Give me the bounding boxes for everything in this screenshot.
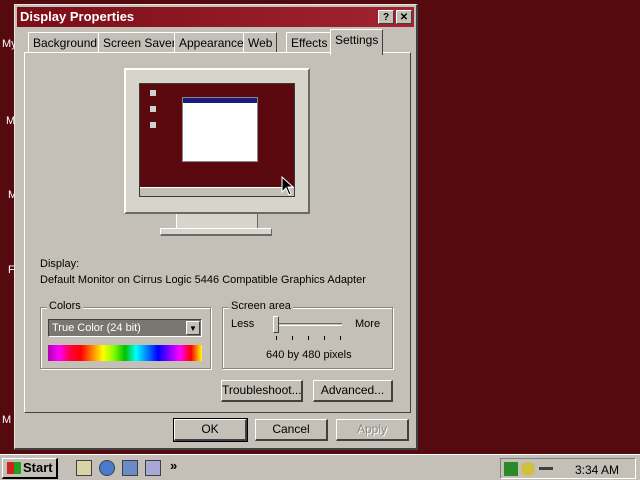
- clock[interactable]: 3:34 AM: [575, 463, 619, 477]
- start-label: Start: [23, 460, 53, 475]
- title-bar[interactable]: Display Properties ? ✕: [17, 7, 414, 27]
- mini-taskbar: [140, 187, 294, 196]
- mini-window-titlebar: [183, 98, 257, 103]
- volume-icon[interactable]: [521, 462, 535, 476]
- monitor-screen: [139, 83, 295, 197]
- slider-tick: [292, 336, 293, 340]
- display-value: Default Monitor on Cirrus Logic 5446 Com…: [40, 274, 366, 286]
- mini-desktop-icon: [150, 122, 156, 128]
- taskbar: Start » 3:34 AM: [0, 454, 640, 480]
- windows-logo-icon: [7, 462, 21, 474]
- colors-selected-value: True Color (24 bit): [52, 322, 141, 334]
- slider-tick: [340, 336, 341, 340]
- ok-button[interactable]: OK: [173, 418, 248, 442]
- chevron-down-icon[interactable]: ▼: [186, 321, 200, 335]
- power-icon[interactable]: [539, 467, 553, 470]
- slider-tick: [308, 336, 309, 340]
- screen-area-slider-thumb[interactable]: [273, 316, 279, 333]
- help-button[interactable]: ?: [378, 10, 394, 24]
- internet-explorer-icon[interactable]: [99, 460, 115, 476]
- quicklaunch-chevron[interactable]: »: [170, 458, 177, 473]
- screen-area-less: Less: [231, 318, 255, 330]
- tab-appearance[interactable]: Appearance: [174, 32, 249, 53]
- screen-area-legend: Screen area: [229, 300, 293, 312]
- display-label: Display:: [40, 258, 80, 270]
- network-icon[interactable]: [504, 462, 518, 476]
- screen-area-slider-track[interactable]: [276, 323, 342, 326]
- colors-legend: Colors: [47, 300, 83, 312]
- show-desktop-icon[interactable]: [76, 460, 92, 476]
- window-title: Display Properties: [20, 9, 135, 24]
- tab-screen-saver[interactable]: Screen Saver: [98, 32, 181, 53]
- color-spectrum: [48, 345, 202, 361]
- monitor-neck: [176, 214, 258, 228]
- tab-web[interactable]: Web: [243, 32, 278, 53]
- cancel-button[interactable]: Cancel: [255, 419, 328, 441]
- slider-tick: [276, 336, 277, 340]
- mini-window: [182, 97, 258, 162]
- slider-tick: [324, 336, 325, 340]
- screen-area-value: 640 by 480 pixels: [266, 349, 352, 361]
- outlook-express-icon[interactable]: [122, 460, 138, 476]
- start-button[interactable]: Start: [2, 458, 58, 479]
- troubleshoot-button[interactable]: Troubleshoot...: [221, 380, 303, 402]
- mouse-cursor-icon: [281, 176, 295, 196]
- desktop-icon-label-5[interactable]: M: [2, 414, 11, 426]
- channels-icon[interactable]: [145, 460, 161, 476]
- tab-settings[interactable]: Settings: [330, 29, 384, 55]
- mini-desktop-icon: [150, 106, 156, 112]
- advanced-button[interactable]: Advanced...: [313, 380, 393, 402]
- tab-background[interactable]: Background: [28, 32, 103, 53]
- screen-area-more: More: [355, 318, 381, 330]
- tab-effects[interactable]: Effects: [286, 32, 333, 53]
- close-button[interactable]: ✕: [396, 10, 412, 24]
- colors-select[interactable]: True Color (24 bit) ▼: [48, 319, 202, 337]
- system-tray: 3:34 AM: [500, 458, 636, 479]
- monitor-base: [160, 228, 272, 236]
- apply-button[interactable]: Apply: [336, 419, 409, 441]
- mini-desktop-icon: [150, 90, 156, 96]
